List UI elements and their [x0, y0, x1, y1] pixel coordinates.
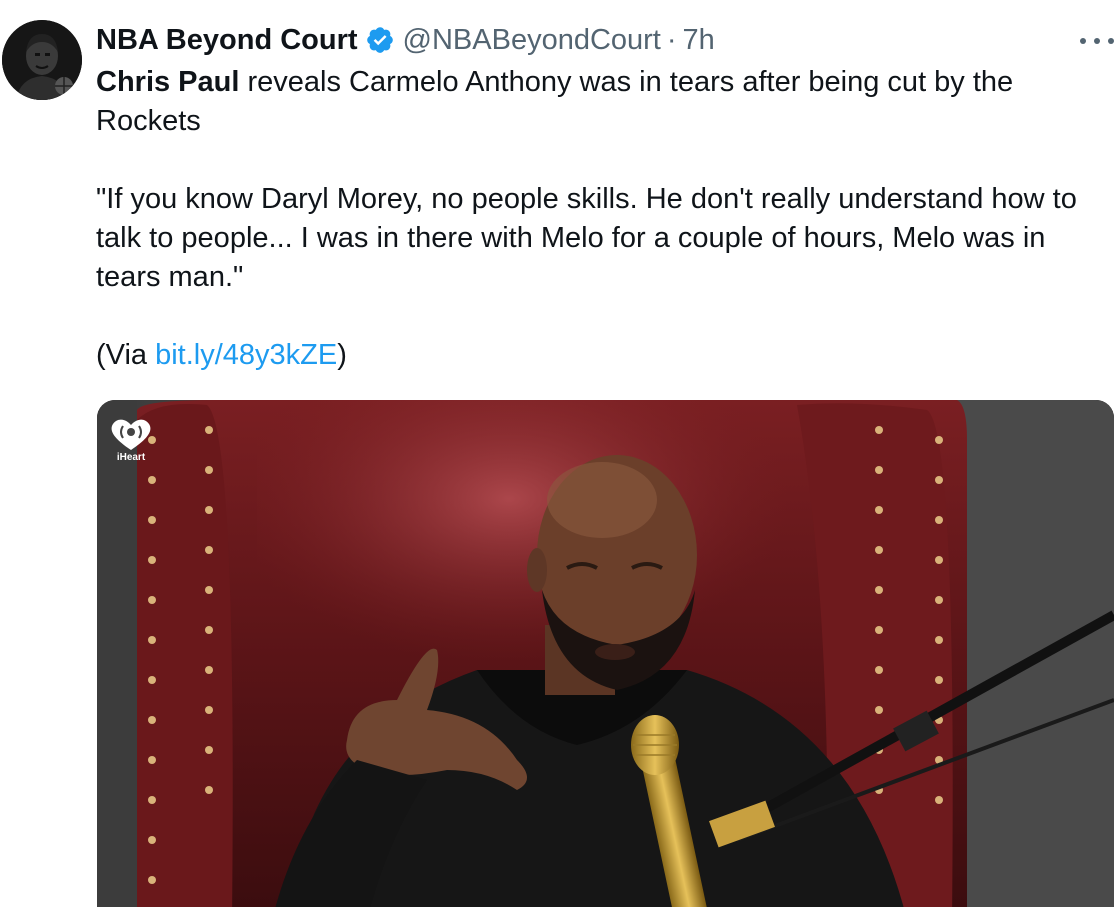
video-thumbnail: [97, 400, 1114, 907]
mention-bold-name: Chris Paul: [96, 66, 240, 98]
source-paragraph: (Via bit.ly/48y3kZE): [96, 336, 1106, 375]
via-suffix: ): [337, 339, 347, 371]
verified-badge-icon[interactable]: [365, 25, 395, 55]
iheart-radio-icon: iHeart: [107, 416, 155, 472]
more-horizontal-icon[interactable]: [1080, 26, 1114, 56]
tweet-header: NBA Beyond Court @NBABeyondCourt · 7h: [96, 22, 715, 58]
meta-separator: ·: [666, 24, 677, 56]
via-prefix: (Via: [96, 339, 156, 371]
tweet[interactable]: NBA Beyond Court @NBABeyondCourt · 7h Ch…: [0, 0, 1120, 907]
author-handle[interactable]: @NBABeyondCourt: [403, 22, 661, 58]
quote-paragraph: "If you know Daryl Morey, no people skil…: [96, 183, 1077, 293]
source-link[interactable]: bit.ly/48y3kZE: [155, 339, 337, 371]
avatar[interactable]: [2, 20, 82, 100]
timestamp[interactable]: 7h: [683, 22, 715, 58]
iheart-watermark: iHeart: [116, 452, 146, 463]
tweet-media-video[interactable]: iHeart: [97, 400, 1114, 907]
more-dot: [1108, 38, 1114, 44]
display-name[interactable]: NBA Beyond Court: [96, 22, 358, 58]
more-dot: [1080, 38, 1086, 44]
headline-paragraph: Chris Paul reveals Carmelo Anthony was i…: [96, 63, 1106, 141]
more-dot: [1094, 38, 1100, 44]
tweet-text: Chris Paul reveals Carmelo Anthony was i…: [96, 63, 1106, 375]
avatar-image: [2, 20, 82, 100]
